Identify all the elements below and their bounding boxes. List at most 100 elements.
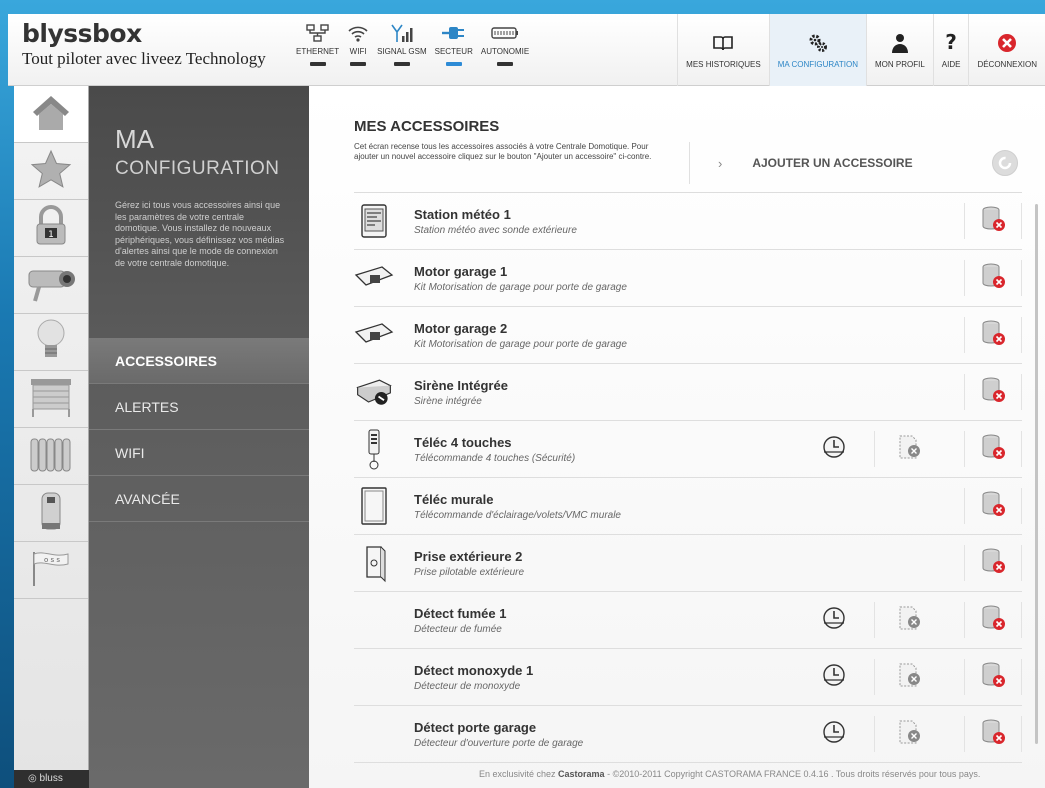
category-star[interactable] — [14, 143, 88, 200]
history-clock-icon — [821, 662, 847, 693]
accessory-row: Prise extérieure 2 Prise pilotable extéri… — [354, 535, 1022, 592]
accessory-name: Détect fumée 1 — [414, 606, 507, 621]
delete-accessory-button[interactable] — [964, 203, 1022, 239]
bulb-icon — [33, 317, 69, 368]
status-secteur: SECTEUR — [435, 22, 473, 66]
category-camera[interactable] — [14, 257, 88, 314]
scrollbar[interactable] — [1035, 204, 1038, 744]
status-bar — [497, 62, 514, 66]
history-button[interactable] — [816, 659, 852, 695]
status-ethernet: ETHERNET — [296, 22, 339, 66]
accessory-description: Sirène intégrée — [414, 396, 482, 407]
nav-label: MES HISTORIQUES — [686, 59, 761, 69]
reset-config-button[interactable] — [874, 716, 944, 752]
camera-icon — [25, 263, 77, 308]
category-radiator[interactable] — [14, 428, 88, 485]
panel-description: Gérez ici tous vous accessoires ainsi qu… — [115, 200, 285, 268]
garage-motor-icon — [354, 258, 394, 298]
panel-title-line2: CONFIGURATION — [115, 158, 280, 179]
delete-accessory-button[interactable] — [964, 602, 1022, 638]
delete-db-icon — [980, 319, 1006, 352]
nav-book[interactable]: MES HISTORIQUES — [677, 14, 769, 86]
history-button[interactable] — [816, 716, 852, 752]
reset-config-button[interactable] — [874, 602, 944, 638]
config-file-icon — [896, 433, 924, 466]
battery-icon — [490, 22, 520, 44]
svg-text:1: 1 — [48, 230, 54, 240]
category-padlock[interactable]: 1 — [14, 200, 88, 257]
category-flag[interactable]: o s s — [14, 542, 88, 599]
delete-db-icon — [980, 433, 1006, 466]
svg-text:o s s: o s s — [44, 556, 60, 564]
menu-item[interactable]: ACCESSOIRES — [89, 338, 325, 384]
star-icon — [29, 148, 73, 195]
delete-accessory-button[interactable] — [964, 545, 1022, 581]
nav-help[interactable]: ? AIDE — [932, 14, 969, 86]
accessory-description: Détecteur d'ouverture porte de garage — [414, 738, 584, 749]
category-bulb[interactable] — [14, 314, 88, 371]
add-accessory-button[interactable]: › AJOUTER UN ACCESSOIRE — [689, 142, 1024, 184]
accessory-description: Télécommande 4 touches (Sécurité) — [414, 453, 576, 464]
nav-gears[interactable]: MA CONFIGURATION — [768, 14, 866, 86]
refresh-icon[interactable] — [992, 150, 1018, 176]
status-label: ETHERNET — [296, 47, 340, 56]
history-clock-icon — [821, 719, 847, 750]
delete-accessory-button[interactable] — [964, 431, 1022, 467]
delete-db-icon — [980, 604, 1006, 637]
reset-config-button[interactable] — [874, 659, 944, 695]
nav-logout[interactable]: DÉCONNEXION — [968, 14, 1045, 86]
category-home[interactable] — [14, 86, 88, 143]
accessory-row: Détect porte garage Détecteur d'ouverture… — [354, 706, 1022, 763]
category-cylinder[interactable] — [14, 485, 88, 542]
menu-item[interactable]: ALERTES — [89, 384, 309, 430]
garage-motor-icon — [354, 315, 394, 355]
brand-tagline: Tout piloter avec liveez Technology — [22, 49, 266, 68]
svg-text:?: ? — [945, 32, 957, 54]
reset-config-button[interactable] — [874, 431, 944, 467]
config-file-icon — [896, 661, 924, 694]
config-file-icon — [896, 718, 924, 751]
plug-icon — [440, 22, 468, 44]
delete-db-icon — [980, 718, 1006, 751]
status-bar — [350, 62, 367, 66]
accessory-description: Kit Motorisation de garage pour porte de… — [414, 282, 627, 293]
accessory-list: Station météo 1 Station météo avec sonde … — [354, 192, 1022, 763]
footer-brand: Castorama — [558, 769, 605, 779]
accessory-name: Téléc murale — [414, 492, 494, 507]
logout-icon — [996, 32, 1018, 54]
config-file-icon — [896, 604, 924, 637]
bluss-label: bluss — [39, 773, 63, 784]
category-shutter[interactable] — [14, 371, 88, 428]
delete-accessory-button[interactable] — [964, 659, 1022, 695]
main-content: MES ACCESSOIRES Cet écran recense tous l… — [309, 86, 1045, 788]
footer-suffix: - ©2010-2011 Copyright CASTORAMA FRANCE … — [604, 769, 981, 779]
accessory-name: Station météo 1 — [414, 207, 511, 222]
history-button[interactable] — [816, 602, 852, 638]
delete-accessory-button[interactable] — [964, 374, 1022, 410]
delete-accessory-button[interactable] — [964, 488, 1022, 524]
delete-accessory-button[interactable] — [964, 716, 1022, 752]
delete-db-icon — [980, 490, 1006, 523]
accessory-name: Motor garage 2 — [414, 321, 508, 336]
add-accessory-label: AJOUTER UN ACCESSOIRE — [752, 156, 913, 170]
accessory-description: Télécommande d'éclairage/volets/VMC mura… — [414, 510, 621, 521]
history-button[interactable] — [816, 431, 852, 467]
status-label: WIFI — [349, 47, 367, 56]
nav-user[interactable]: MON PROFIL — [865, 14, 933, 86]
wall-remote-icon — [354, 486, 394, 526]
nav-label: AIDE — [941, 59, 961, 69]
siren-icon — [354, 372, 394, 412]
menu-item[interactable]: WIFI — [89, 430, 309, 476]
menu-item[interactable]: AVANCÉE — [89, 476, 309, 522]
help-icon: ? — [943, 32, 959, 54]
ethernet-icon — [305, 22, 331, 44]
category-icon-column: 1 o s s — [14, 86, 89, 788]
accessory-row: Station météo 1 Station météo avec sonde … — [354, 193, 1022, 250]
page-description: Cet écran recense tous les accessoires a… — [354, 142, 652, 161]
shutter-icon — [27, 375, 75, 424]
accessory-row: Sirène Intégrée Sirène intégrée — [354, 364, 1022, 421]
delete-accessory-button[interactable] — [964, 260, 1022, 296]
top-bar: blyssbox Tout piloter avec liveez Techno… — [8, 14, 1045, 86]
bluss-footer-logo: ◎ bluss — [14, 770, 89, 788]
delete-accessory-button[interactable] — [964, 317, 1022, 353]
